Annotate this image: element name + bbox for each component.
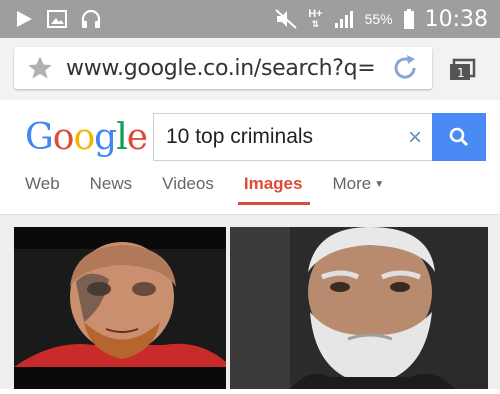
star-icon[interactable] xyxy=(26,54,54,82)
address-bar[interactable]: www.google.co.in/search?q= xyxy=(14,47,432,89)
search-icon xyxy=(448,126,470,148)
clock: 10:38 xyxy=(424,6,488,32)
bearded-man-image xyxy=(230,227,488,389)
network-type-icon: H+ ⇅ xyxy=(308,8,323,30)
tattooed-face-image xyxy=(14,227,226,389)
battery-icon xyxy=(403,8,415,30)
tabs-icon[interactable]: 1 xyxy=(448,58,478,82)
headset-icon xyxy=(80,9,102,29)
tab-more[interactable]: More ▼ xyxy=(332,174,384,203)
tab-web[interactable]: Web xyxy=(25,174,60,203)
image-results xyxy=(0,215,500,389)
network-type-label: H+ xyxy=(308,8,323,20)
google-logo[interactable]: Google xyxy=(25,117,148,158)
mute-icon xyxy=(274,8,298,30)
result-image-1[interactable] xyxy=(14,227,226,389)
search-button[interactable] xyxy=(432,113,486,161)
clear-icon[interactable]: × xyxy=(408,124,422,152)
browser-toolbar: www.google.co.in/search?q= 1 xyxy=(0,38,500,100)
battery-percent: 55% xyxy=(364,11,393,27)
tab-news[interactable]: News xyxy=(90,174,133,203)
tab-videos[interactable]: Videos xyxy=(162,174,214,203)
result-image-2[interactable] xyxy=(230,227,488,389)
status-bar: H+ ⇅ 55% 10:38 xyxy=(0,0,500,38)
search-input[interactable]: 10 top criminals × xyxy=(153,113,432,161)
play-icon xyxy=(14,9,34,29)
search-tabs: Web News Videos Images More ▼ xyxy=(25,174,414,205)
reload-icon[interactable] xyxy=(390,53,420,83)
image-icon xyxy=(46,9,68,29)
chevron-down-icon: ▼ xyxy=(374,179,385,190)
url-text[interactable]: www.google.co.in/search?q= xyxy=(66,56,386,81)
search-query-text[interactable]: 10 top criminals xyxy=(166,125,313,149)
svg-text:1: 1 xyxy=(457,66,465,80)
google-search-header: Google 10 top criminals × Web News Video… xyxy=(0,100,500,215)
signal-icon xyxy=(333,9,355,29)
tab-images[interactable]: Images xyxy=(237,174,310,205)
tab-more-label: More xyxy=(332,174,372,193)
